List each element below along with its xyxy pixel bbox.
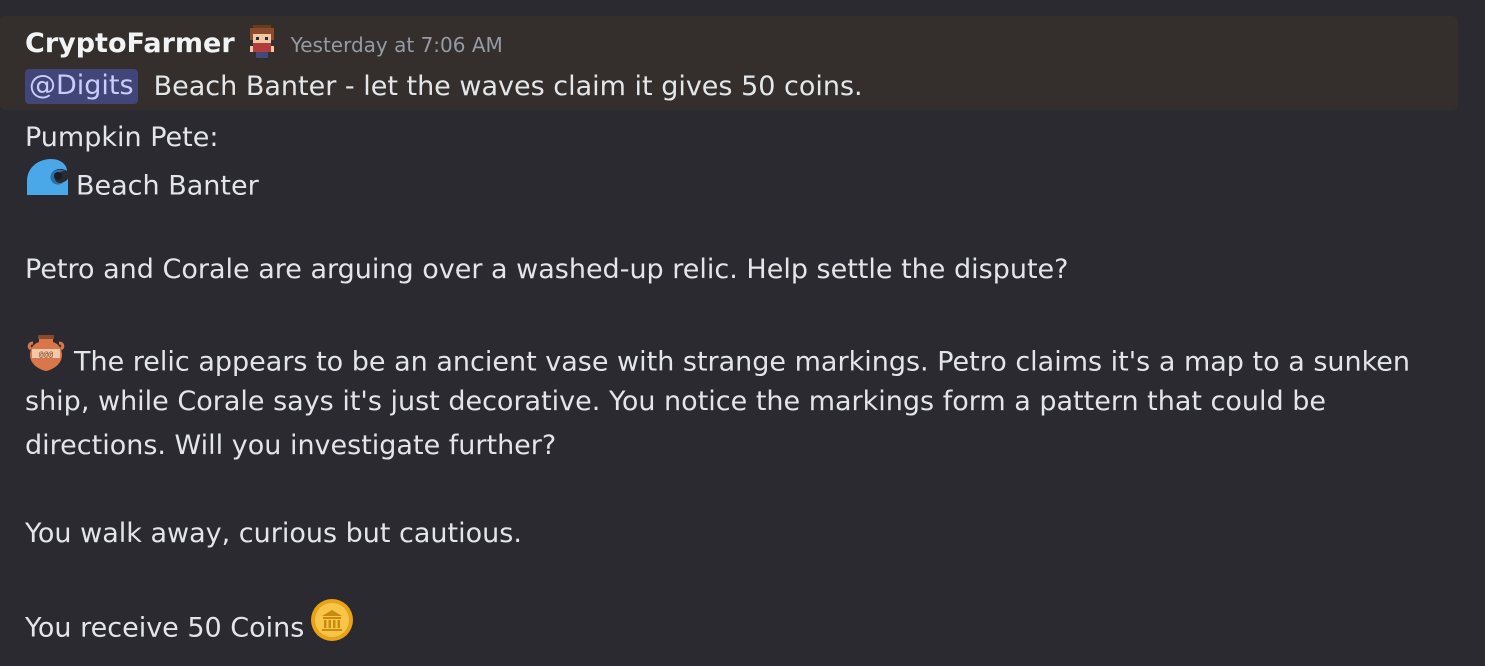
story-line-2: ship, while Corale says it's just decora… [25, 380, 1326, 424]
speaker-line: Pumpkin Pete: [25, 116, 218, 160]
svg-text:@@@: @@@ [39, 350, 54, 359]
user-mention[interactable]: @Digits [25, 68, 138, 104]
reward-text: You receive 50 Coins [25, 612, 305, 644]
pixel-farmer-avatar-icon [247, 25, 277, 61]
intro-text: Petro and Corale are arguing over a wash… [25, 254, 1069, 285]
reply-line: @Digits Beach Banter - let the waves cla… [25, 64, 863, 108]
event-title-line: Beach Banter [25, 157, 259, 214]
intro-line: Petro and Corale are arguing over a wash… [25, 248, 1068, 292]
message-header: CryptoFarmer Yesterday at 7:06 AM [25, 24, 503, 62]
amphora-icon: @@@ [25, 333, 67, 387]
story-text-3: directions. Will you investigate further… [25, 430, 557, 461]
chat-message: CryptoFarmer Yesterday at 7:06 AM @Digit… [0, 0, 1485, 666]
story-line-3: directions. Will you investigate further… [25, 424, 556, 468]
story-text-1: The relic appears to be an ancient vase … [74, 346, 1411, 378]
author-name[interactable]: CryptoFarmer [25, 28, 235, 59]
wave-icon [25, 157, 69, 211]
story-text-2: ship, while Corale says it's just decora… [25, 386, 1327, 417]
coin-icon [310, 598, 354, 656]
message-timestamp[interactable]: Yesterday at 7:06 AM [291, 33, 503, 57]
reward-line: You receive 50 Coins [25, 598, 354, 658]
speaker-name: Pumpkin Pete: [25, 122, 219, 153]
event-title: Beach Banter [76, 170, 259, 202]
outcome-line: You walk away, curious but cautious. [25, 512, 522, 556]
reply-text: Beach Banter - let the waves claim it gi… [153, 70, 863, 102]
outcome-text: You walk away, curious but cautious. [25, 518, 522, 549]
